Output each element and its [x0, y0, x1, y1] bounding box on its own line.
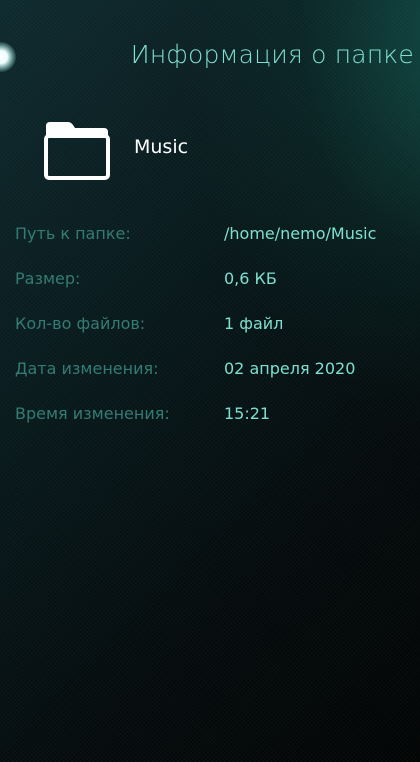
- property-label: Кол-во файлов:: [15, 314, 146, 333]
- property-row-path: Путь к папке: /home/nemo/Music: [15, 224, 415, 254]
- property-label: Время изменения:: [15, 404, 170, 423]
- property-row-size: Размер: 0,6 КБ: [15, 269, 415, 299]
- folder-name: Music: [134, 136, 189, 158]
- folder-header: Music: [42, 118, 402, 184]
- page-title: Информация о папке: [130, 40, 414, 69]
- property-row-modified-time: Время изменения: 15:21: [15, 404, 415, 434]
- property-value: 1 файл: [224, 314, 284, 333]
- property-row-modified-date: Дата изменения: 02 апреля 2020: [15, 359, 415, 389]
- property-value: 0,6 КБ: [224, 269, 277, 288]
- property-label: Путь к папке:: [15, 224, 131, 243]
- pulley-menu-indicator[interactable]: [0, 42, 16, 72]
- folder-properties-list: Путь к папке: /home/nemo/Music Размер: 0…: [15, 224, 415, 449]
- property-row-file-count: Кол-во файлов: 1 файл: [15, 314, 415, 344]
- property-value: /home/nemo/Music: [224, 224, 377, 243]
- property-value: 15:21: [224, 404, 271, 423]
- property-value: 02 апреля 2020: [224, 359, 356, 378]
- folder-info-page: Информация о папке Music Путь к папке: /…: [0, 0, 420, 762]
- folder-icon: [44, 122, 110, 180]
- property-label: Размер:: [15, 269, 81, 288]
- property-label: Дата изменения:: [15, 359, 159, 378]
